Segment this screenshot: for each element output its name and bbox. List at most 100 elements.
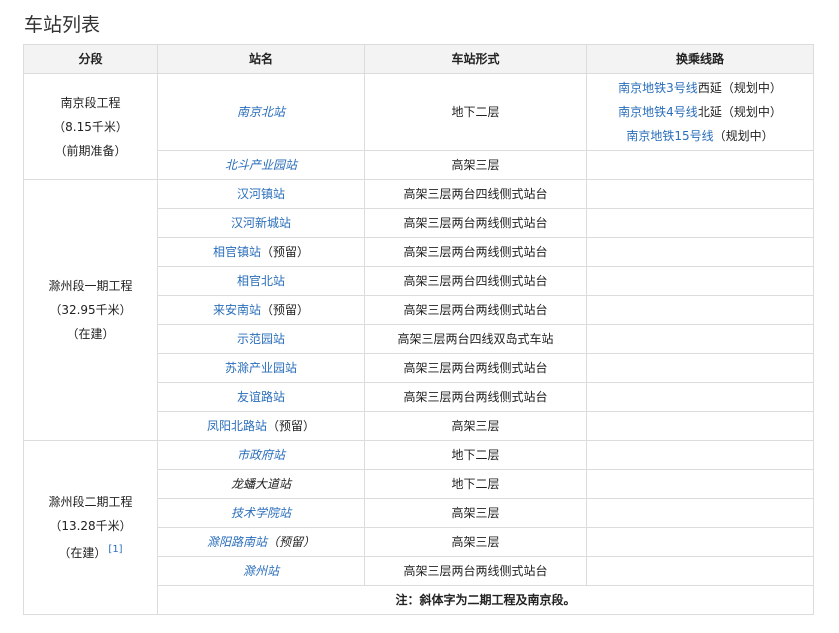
transfer-cell bbox=[586, 556, 814, 586]
segment-name: 南京段工程 bbox=[60, 95, 121, 110]
station-link[interactable]: 技术学院站 bbox=[231, 506, 291, 520]
station-link[interactable]: 汉河镇站 bbox=[237, 187, 285, 201]
reference-link[interactable]: [1] bbox=[108, 544, 122, 555]
segment-name: 滁州段二期工程 bbox=[48, 495, 133, 509]
transfer-link[interactable]: 南京地铁4号线 bbox=[618, 105, 698, 119]
transfer-cell bbox=[586, 353, 814, 383]
station-suffix: （预留） bbox=[261, 245, 310, 259]
station-link[interactable]: 凤阳北路站 bbox=[207, 419, 267, 433]
station-link[interactable]: 友谊路站 bbox=[237, 390, 285, 404]
form-cell: 高架三层两台四线双岛式车站 bbox=[364, 324, 587, 354]
station-link[interactable]: 南京北站 bbox=[237, 105, 285, 119]
section-title: 车站列表 bbox=[24, 14, 101, 36]
form-cell: 高架三层 bbox=[364, 411, 587, 441]
station-cell: 苏滁产业园站 bbox=[157, 353, 365, 383]
transfer-cell bbox=[586, 237, 814, 267]
transfer-cell bbox=[586, 295, 814, 325]
transfer-link[interactable]: 南京地铁15号线 bbox=[626, 129, 713, 143]
segment-status: （前期准备） bbox=[54, 143, 127, 158]
station-link[interactable]: 滁州站 bbox=[243, 564, 279, 578]
segment-length: （32.95千米） bbox=[49, 303, 132, 317]
note-cell: 注：斜体字为二期工程及南京段。 bbox=[157, 585, 814, 615]
station-suffix: （预留） bbox=[261, 303, 310, 317]
form-cell: 高架三层两台两线侧式站台 bbox=[364, 556, 587, 586]
transfer-cell bbox=[586, 150, 814, 180]
station-link[interactable]: 相官镇站 bbox=[213, 245, 261, 259]
transfer-cell bbox=[586, 324, 814, 354]
table-row: 滁州段二期工程 （13.28千米） （在建） [1] 市政府站 地下二层 bbox=[23, 440, 814, 615]
form-cell: 高架三层两台四线侧式站台 bbox=[364, 266, 587, 296]
transfer-line3: 南京地铁3号线西延（规划中） bbox=[591, 76, 809, 100]
form-cell: 高架三层 bbox=[364, 498, 587, 528]
segment-cell-phase1: 滁州段一期工程 （32.95千米） （在建） bbox=[23, 179, 158, 441]
segment-status: （在建） bbox=[66, 327, 115, 341]
station-cell: 相官北站 bbox=[157, 266, 365, 296]
transfer-note: 西延（规划中） bbox=[697, 81, 782, 95]
station-cell: 技术学院站 bbox=[157, 498, 365, 528]
station-suffix: （预留） bbox=[267, 419, 316, 433]
station-cell: 汉河镇站 bbox=[157, 179, 365, 209]
form-cell: 高架三层两台两线侧式站台 bbox=[364, 382, 587, 412]
station-table: 分段 站名 车站形式 换乘线路 南京段工程 （8.15千米） （前期准备） 南京… bbox=[23, 44, 814, 615]
station-link[interactable]: 示范园站 bbox=[237, 332, 285, 346]
form-cell: 高架三层两台两线侧式站台 bbox=[364, 208, 587, 238]
station-link[interactable]: 市政府站 bbox=[237, 448, 285, 462]
segment-status-line: （在建） [1] bbox=[28, 538, 153, 565]
table-row: 南京段工程 （8.15千米） （前期准备） 南京北站 地下二层 南京地铁3号线西… bbox=[23, 73, 814, 180]
station-link[interactable]: 滁阳路南站 bbox=[207, 535, 267, 549]
transfer-cell bbox=[586, 266, 814, 296]
station-cell: 龙蟠大道站 bbox=[157, 469, 365, 499]
segment-status: （在建） bbox=[58, 546, 107, 560]
station-cell: 凤阳北路站（预留） bbox=[157, 411, 365, 441]
form-cell: 高架三层两台四线侧式站台 bbox=[364, 179, 587, 209]
station-suffix: （预留） bbox=[267, 535, 316, 549]
form-cell: 地下二层 bbox=[364, 469, 587, 499]
header-form: 车站形式 bbox=[364, 44, 587, 74]
transfer-note: （规划中） bbox=[713, 129, 774, 143]
transfer-cell bbox=[586, 440, 814, 470]
transfer-cell bbox=[586, 498, 814, 528]
form-cell: 高架三层两台两线侧式站台 bbox=[364, 353, 587, 383]
segment-cell-phase2: 滁州段二期工程 （13.28千米） （在建） [1] bbox=[23, 440, 158, 615]
table-row: 滁州段一期工程 （32.95千米） （在建） 汉河镇站 高架三层两台四线侧式站台 bbox=[23, 179, 814, 441]
form-cell: 高架三层两台两线侧式站台 bbox=[364, 237, 587, 267]
station-cell: 北斗产业园站 bbox=[157, 150, 365, 180]
header-transfer: 换乘线路 bbox=[586, 44, 814, 74]
page: 车站列表 分段 站名 车站形式 换乘线路 南京段工程 （8.15千米） （前期准… bbox=[0, 0, 839, 633]
form-cell: 地下二层 bbox=[364, 73, 587, 151]
transfer-line4: 南京地铁4号线北延（规划中） bbox=[591, 100, 809, 124]
segment-cell-nanjing: 南京段工程 （8.15千米） （前期准备） bbox=[23, 73, 158, 180]
transfer-link[interactable]: 南京地铁3号线 bbox=[618, 81, 698, 95]
transfer-line15: 南京地铁15号线（规划中） bbox=[591, 124, 809, 148]
segment-name: 滁州段一期工程 bbox=[48, 279, 133, 293]
transfer-cell bbox=[586, 411, 814, 441]
station-cell: 南京北站 bbox=[157, 73, 365, 151]
station-cell: 示范园站 bbox=[157, 324, 365, 354]
station-cell: 滁州站 bbox=[157, 556, 365, 586]
transfer-note: 北延（规划中） bbox=[697, 105, 782, 119]
station-link[interactable]: 相官北站 bbox=[237, 274, 285, 288]
station-cell: 汉河新城站 bbox=[157, 208, 365, 238]
form-cell: 高架三层两台两线侧式站台 bbox=[364, 295, 587, 325]
form-cell: 高架三层 bbox=[364, 150, 587, 180]
station-cell: 相官镇站（预留） bbox=[157, 237, 365, 267]
transfer-cell bbox=[586, 469, 814, 499]
station-cell: 滁阳路南站（预留） bbox=[157, 527, 365, 557]
form-cell: 地下二层 bbox=[364, 440, 587, 470]
transfer-cell bbox=[586, 382, 814, 412]
header-segment: 分段 bbox=[23, 44, 158, 74]
segment-length: （13.28千米） bbox=[49, 519, 132, 533]
transfer-cell bbox=[586, 527, 814, 557]
station-link[interactable]: 北斗产业园站 bbox=[225, 158, 297, 172]
station-cell: 来安南站（预留） bbox=[157, 295, 365, 325]
segment-length: （8.15千米） bbox=[53, 119, 128, 134]
station-link[interactable]: 汉河新城站 bbox=[231, 216, 291, 230]
station-link[interactable]: 来安南站 bbox=[213, 303, 261, 317]
header-station: 站名 bbox=[157, 44, 365, 74]
header-row: 分段 站名 车站形式 换乘线路 bbox=[23, 44, 814, 74]
form-cell: 高架三层 bbox=[364, 527, 587, 557]
transfer-cell bbox=[586, 179, 814, 209]
transfer-cell: 南京地铁3号线西延（规划中） 南京地铁4号线北延（规划中） 南京地铁15号线（规… bbox=[586, 73, 814, 151]
station-cell: 市政府站 bbox=[157, 440, 365, 470]
station-link[interactable]: 苏滁产业园站 bbox=[225, 361, 297, 375]
